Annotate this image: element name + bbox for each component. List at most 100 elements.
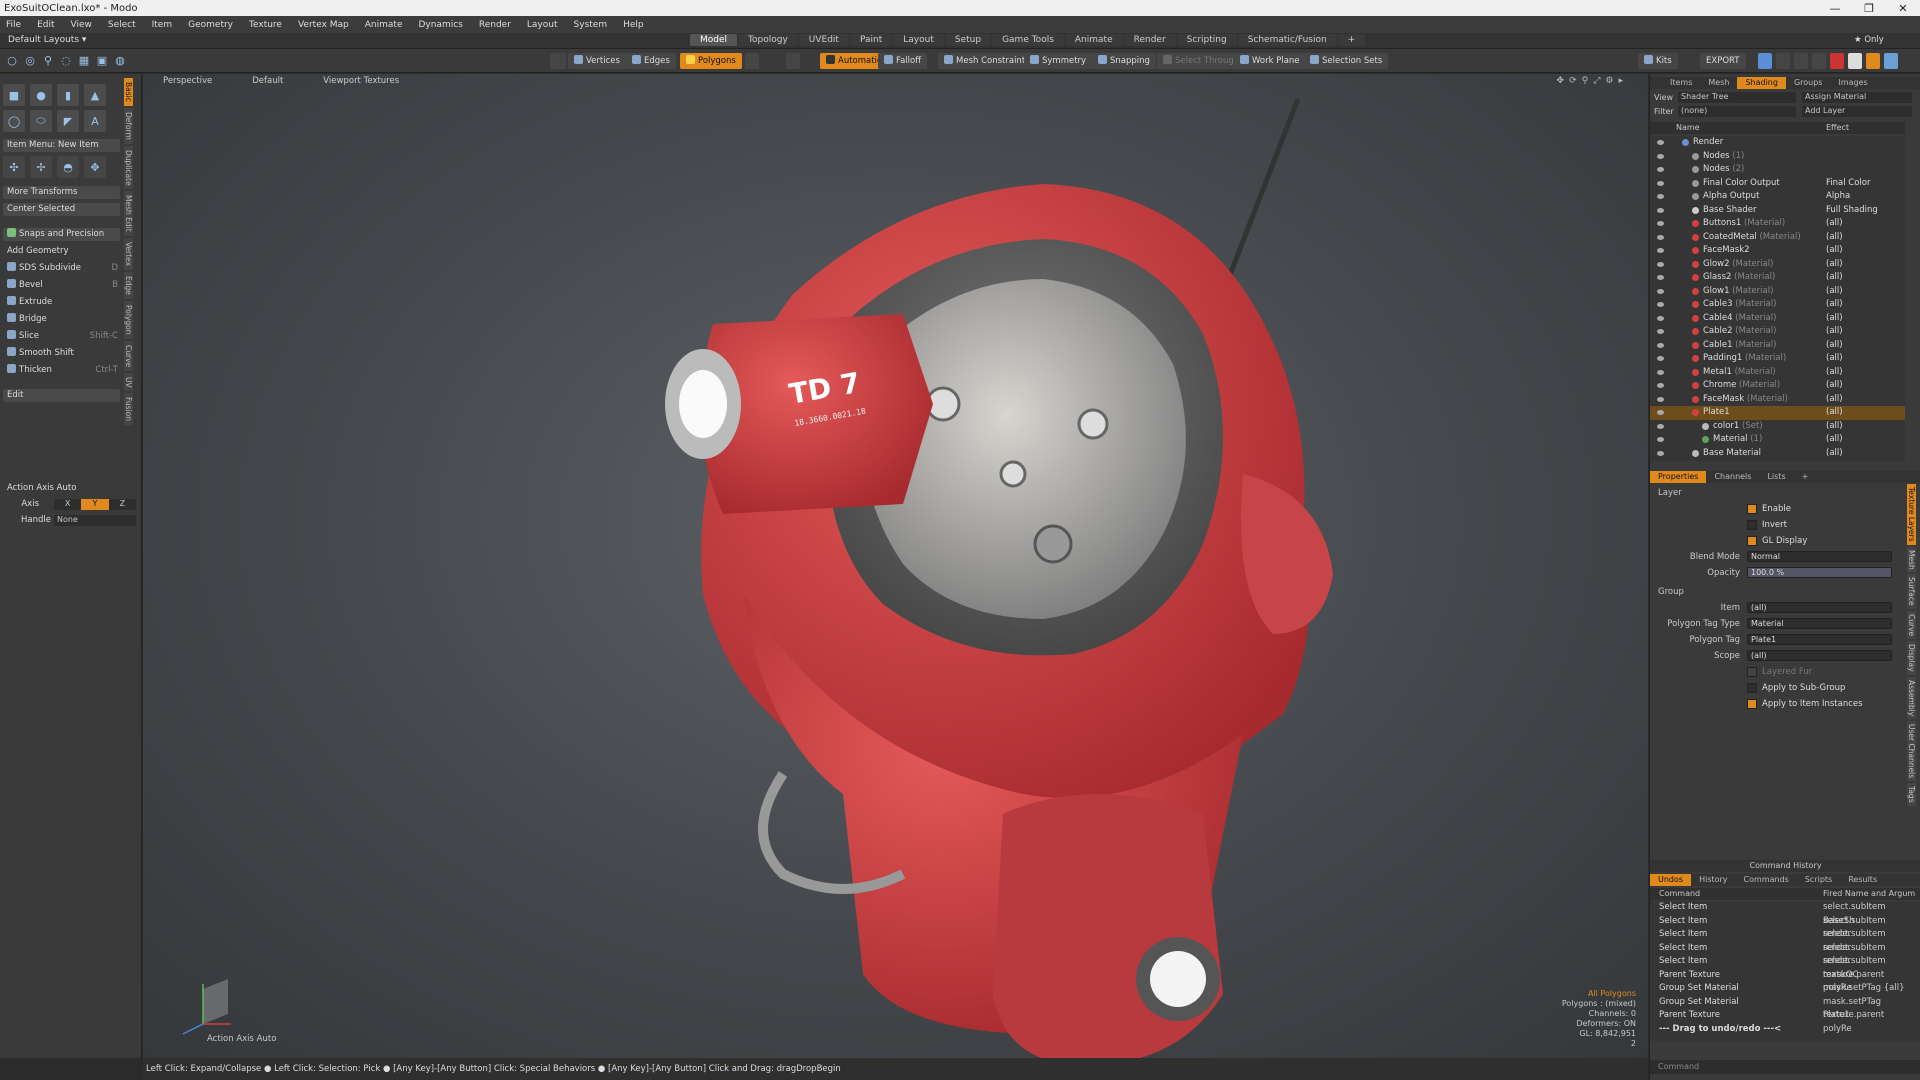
apply-instances-checkbox[interactable] (1747, 699, 1757, 709)
tab-mesh-edit[interactable]: Mesh Edit (124, 191, 133, 237)
more-transforms-dropdown[interactable]: More Transforms (3, 186, 120, 199)
layout-dropdown[interactable]: Default Layouts ▾ (8, 35, 86, 45)
tab-history[interactable]: History (1691, 874, 1735, 886)
menu-view[interactable]: View (71, 20, 92, 30)
invert-checkbox[interactable] (1747, 520, 1757, 530)
shader-tree-row[interactable]: Final Color Output Final Color (1650, 177, 1905, 191)
tab-texture-layers[interactable]: Texture Layers (1907, 484, 1916, 545)
shader-tree-row[interactable]: Cable4 (Material) (all) (1650, 312, 1905, 326)
item-mode-icon[interactable] (550, 53, 566, 69)
menu-geometry[interactable]: Geometry (188, 20, 233, 30)
symmetry-button[interactable]: Symmetry (1024, 53, 1093, 69)
shader-tree-row[interactable]: Metal1 (Material) (all) (1650, 366, 1905, 380)
command-history-row[interactable]: Parent Texture texture.parent polyRe (1659, 1009, 1905, 1034)
shader-item-effect[interactable]: (all) (1826, 393, 1843, 407)
command-history-row[interactable]: Group Set Material mask.setPTag {all} (1659, 982, 1905, 996)
item-menu-dropdown[interactable]: Item Menu: New Item (3, 139, 120, 152)
snaps-precision-button[interactable]: Snaps and Precision (3, 228, 120, 241)
shader-tree-row[interactable]: Glow2 (Material) (all) (1650, 258, 1905, 272)
fire-icon[interactable] (1866, 53, 1880, 69)
shader-tree-row[interactable]: Material (1) (all) (1650, 433, 1905, 447)
visibility-eye-icon[interactable] (1657, 234, 1664, 240)
visibility-eye-icon[interactable] (1657, 180, 1664, 186)
tab-tags[interactable]: Tags (1907, 783, 1916, 806)
tab-deform[interactable]: Deform (124, 107, 133, 144)
work-plane-button[interactable]: Work Plane (1234, 53, 1306, 69)
command-history-row[interactable]: Select Item select.subItem BaseSh (1659, 901, 1905, 926)
tab-items[interactable]: Items (1662, 77, 1700, 89)
shader-tree-row[interactable]: Base Material (all) (1650, 447, 1905, 461)
mesh-constraint-button[interactable]: Mesh Constraint (938, 53, 1032, 69)
shader-tree-row[interactable]: Padding1 (Material) (all) (1650, 352, 1905, 366)
visibility-eye-icon[interactable] (1657, 423, 1664, 429)
visibility-eye-icon[interactable] (1657, 275, 1664, 280)
menu-select[interactable]: Select (108, 20, 136, 30)
pin-tool-icon[interactable]: ⚲ (40, 51, 56, 69)
selection-sets-button[interactable]: Selection Sets (1304, 53, 1389, 69)
tab-user-channels[interactable]: User Channels (1907, 720, 1916, 782)
gear-icon[interactable] (1848, 53, 1862, 69)
select-through-button[interactable]: Select Through (1157, 53, 1246, 69)
tab-assembly[interactable]: Assembly (1907, 676, 1916, 719)
tab-paint[interactable]: Paint (849, 34, 893, 46)
handle-dropdown[interactable]: None (54, 515, 136, 526)
visibility-eye-icon[interactable] (1657, 140, 1664, 145)
view-dropdown[interactable]: Shader Tree (1678, 92, 1796, 103)
tab-images[interactable]: Images (1830, 77, 1875, 89)
shader-tree-row[interactable]: Chrome (Material) (all) (1650, 379, 1905, 393)
shader-item-effect[interactable]: (all) (1826, 231, 1843, 245)
visibility-eye-icon[interactable] (1657, 207, 1664, 213)
visibility-eye-icon[interactable] (1657, 302, 1664, 307)
center-selected-dropdown[interactable]: Center Selected (3, 203, 120, 216)
tab-render[interactable]: Render (1123, 34, 1176, 46)
grid-tool-icon[interactable]: ▦ (76, 51, 92, 69)
polygon-tag-type-dropdown[interactable]: Material (1747, 618, 1892, 629)
shader-tree-row[interactable]: Buttons1 (Material) (all) (1650, 217, 1905, 231)
tab-channels[interactable]: Channels (1706, 471, 1759, 483)
text-icon[interactable]: A (84, 110, 106, 132)
shader-tree-row[interactable]: Plate1 (all) (1650, 406, 1905, 420)
visibility-eye-icon[interactable] (1657, 450, 1664, 456)
snapping-button[interactable]: Snapping (1092, 53, 1156, 69)
shader-item-effect[interactable]: (all) (1826, 352, 1843, 366)
tab-duplicate[interactable]: Duplicate (124, 145, 133, 190)
enable-checkbox[interactable] (1747, 504, 1757, 514)
plus-red-icon[interactable] (1830, 53, 1844, 69)
menu-vertex-map[interactable]: Vertex Map (298, 20, 349, 30)
command-history-row[interactable]: Select Item select.subItem maskOC (1659, 955, 1905, 980)
sphere-icon[interactable]: ● (30, 84, 52, 106)
visibility-eye-icon[interactable] (1657, 315, 1664, 321)
tab-display[interactable]: Display (1907, 641, 1916, 675)
tab-curve-props[interactable]: Curve (1907, 611, 1916, 640)
visibility-eye-icon[interactable] (1657, 194, 1664, 199)
shader-item-effect[interactable]: Full Shading (1826, 204, 1878, 218)
shader-tree-row[interactable]: color1 (Set) (all) (1650, 420, 1905, 434)
shader-tree-row[interactable]: Glass2 (Material) (all) (1650, 271, 1905, 285)
menu-texture[interactable]: Texture (249, 20, 282, 30)
tool-extrude[interactable]: Extrude (3, 296, 120, 309)
shader-tree-row[interactable]: Alpha Output Alpha (1650, 190, 1905, 204)
polygons-button[interactable]: Polygons (680, 53, 742, 69)
tool-slice[interactable]: Slice Shift-C (3, 330, 120, 343)
shader-item-effect[interactable]: (all) (1826, 285, 1843, 299)
tool-bevel[interactable]: Bevel B (3, 279, 120, 292)
layered-fur-checkbox[interactable] (1747, 667, 1757, 677)
visibility-eye-icon[interactable] (1657, 410, 1664, 415)
tab-commands[interactable]: Commands (1736, 874, 1797, 886)
add-props-tab[interactable]: + (1794, 471, 1817, 483)
torus-icon[interactable]: ◯ (3, 110, 25, 132)
visibility-eye-icon[interactable] (1657, 167, 1664, 172)
lasso-tool-icon[interactable]: ◌ (58, 51, 74, 69)
3d-viewport[interactable]: Perspective Default Viewport Textures ✥⟳… (143, 74, 1648, 1058)
command-history-row[interactable]: Parent Texture texture.parent polyRe (1659, 969, 1905, 994)
visibility-eye-icon[interactable] (1657, 329, 1664, 334)
render-preview-icon[interactable] (1758, 53, 1772, 69)
selection-tool-icon[interactable]: ○ (4, 51, 20, 69)
tab-scripting[interactable]: Scripting (1176, 34, 1237, 46)
shader-tree-row[interactable]: Cable1 (Material) (all) (1650, 339, 1905, 353)
menu-file[interactable]: File (6, 20, 21, 30)
tab-fusion[interactable]: Fusion (124, 393, 133, 426)
drag-undo-hint[interactable]: --- Drag to undo/redo ---< (1659, 1023, 1905, 1037)
axis-x-button[interactable]: X (54, 499, 82, 510)
shader-tree-row[interactable]: CoatedMetal (Material) (all) (1650, 231, 1905, 245)
